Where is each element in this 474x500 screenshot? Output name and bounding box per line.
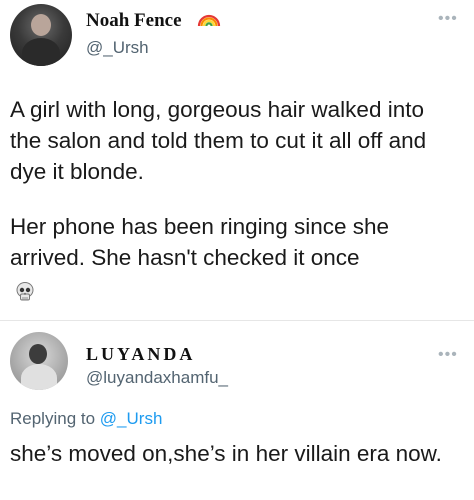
avatar[interactable] <box>10 4 72 66</box>
skull-icon <box>16 282 34 301</box>
rainbow-icon <box>197 14 221 27</box>
reply-avatar-body <box>21 364 57 390</box>
tweet-paragraph-1: A girl with long, gorgeous hair walked i… <box>10 97 427 184</box>
original-tweet: Noah Fence @_Ursh ••• A girl with long, … <box>0 0 474 315</box>
replying-to-handle-link[interactable]: @_Ursh <box>100 409 163 428</box>
author-name[interactable]: Noah Fence <box>86 10 182 32</box>
tweet-divider <box>0 320 474 321</box>
author-handle[interactable]: @_Ursh <box>86 38 149 58</box>
reply-tweet: LUYANDA @luyandaxhamfu_ ••• Replying to … <box>0 322 474 500</box>
reply-text: she’s moved on,she’s in her villain era … <box>10 441 442 466</box>
avatar-face <box>31 14 51 36</box>
reply-author-handle[interactable]: @luyandaxhamfu_ <box>86 368 228 388</box>
replying-to-line: Replying to @_Ursh <box>10 409 162 429</box>
reply-avatar[interactable] <box>10 332 68 390</box>
replying-to-label: Replying to <box>10 409 96 428</box>
more-dots-icon[interactable]: ••• <box>438 10 458 28</box>
reply-more-dots-icon[interactable]: ••• <box>438 346 458 364</box>
reply-author-name[interactable]: LUYANDA <box>86 344 195 365</box>
avatar-body <box>22 38 60 66</box>
reply-avatar-face <box>29 344 47 364</box>
tweet-paragraph-2: Her phone has been ringing since she arr… <box>10 214 390 270</box>
